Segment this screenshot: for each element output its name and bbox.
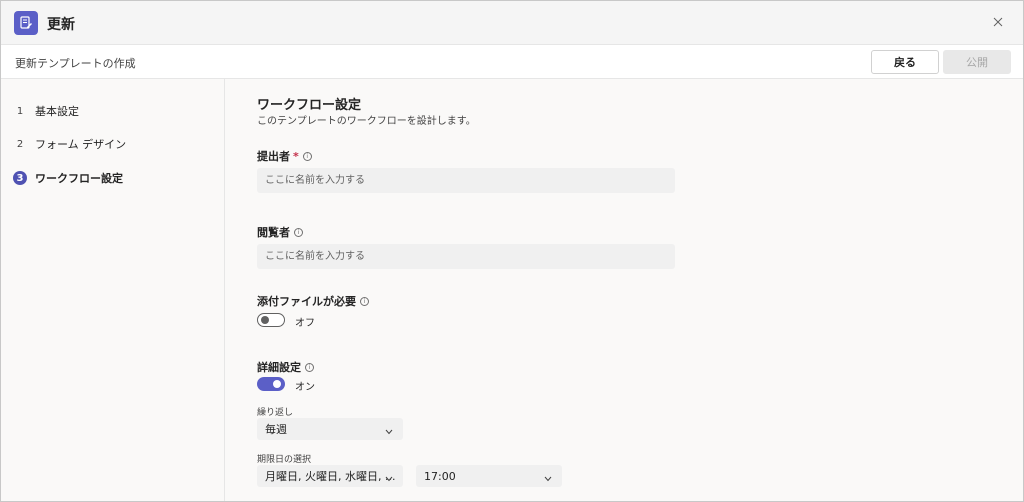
step-form-design[interactable]: 2 フォーム デザイン	[13, 135, 126, 153]
toggle-knob	[273, 380, 281, 388]
step-label: ワークフロー設定	[35, 172, 123, 185]
back-button[interactable]: 戻る	[871, 50, 939, 74]
step-number: 2	[16, 138, 24, 150]
step-label: フォーム デザイン	[35, 138, 127, 151]
due-days-dropdown[interactable]: 月曜日, 火曜日, 水曜日, ...	[257, 465, 403, 487]
repeat-dropdown[interactable]: 毎週	[257, 418, 403, 440]
section-title: ワークフロー設定	[257, 98, 362, 113]
publish-button[interactable]: 公開	[943, 50, 1011, 74]
due-days-value: 月曜日, 火曜日, 水曜日, ...	[265, 470, 396, 483]
step-sidebar: 1 基本設定 2 フォーム デザイン 3 ワークフロー設定	[1, 79, 225, 501]
required-mark: *	[293, 149, 299, 163]
repeat-value: 毎週	[265, 423, 287, 436]
attachment-toggle[interactable]	[257, 313, 285, 327]
title-bar: 更新	[1, 1, 1023, 45]
app-title: 更新	[47, 17, 75, 33]
toggle-knob	[261, 316, 269, 324]
info-icon[interactable]: i	[305, 362, 314, 372]
due-time-dropdown[interactable]: 17:00	[416, 465, 562, 487]
advanced-toggle-state: オン	[295, 382, 315, 393]
attachment-label-text: 添付ファイルが必要	[257, 295, 356, 308]
sub-header: 更新テンプレートの作成 戻る 公開	[1, 45, 1023, 79]
viewer-label-text: 閲覧者	[257, 226, 290, 239]
workflow-panel: ワークフロー設定 このテンプレートのワークフローを設計します。 提出者 * i …	[226, 79, 1023, 501]
section-description: このテンプレートのワークフローを設計します。	[257, 116, 476, 127]
page-subtitle: 更新テンプレートの作成	[15, 57, 136, 70]
step-number: 1	[16, 105, 24, 117]
attachment-toggle-state: オフ	[295, 318, 315, 329]
repeat-label: 繰り返し	[257, 408, 294, 418]
step-label: 基本設定	[35, 105, 79, 118]
app-window: 更新 更新テンプレートの作成 戻る 公開 1 基本設定 2 フォーム デザイン …	[0, 0, 1024, 502]
advanced-label-text: 詳細設定	[257, 361, 301, 374]
due-time-value: 17:00	[424, 469, 456, 483]
advanced-label: 詳細設定 i	[257, 359, 314, 375]
viewer-label: 閲覧者 i	[257, 224, 303, 240]
due-date-label: 期限日の選択	[257, 455, 312, 465]
submitter-label: 提出者 * i	[257, 148, 312, 164]
submitter-label-text: 提出者	[257, 150, 290, 163]
step-number: 3	[13, 171, 27, 185]
chevron-down-icon	[385, 425, 393, 438]
form-edit-icon	[14, 11, 38, 35]
info-icon[interactable]: i	[294, 227, 303, 237]
close-icon[interactable]	[989, 13, 1007, 31]
chevron-down-icon	[544, 472, 552, 485]
viewer-input[interactable]	[257, 244, 675, 269]
advanced-toggle[interactable]	[257, 377, 285, 391]
step-workflow-settings[interactable]: 3 ワークフロー設定	[13, 169, 123, 187]
info-icon[interactable]: i	[302, 151, 312, 161]
info-icon[interactable]: i	[360, 296, 369, 306]
step-basic-settings[interactable]: 1 基本設定	[13, 102, 79, 120]
submitter-input[interactable]	[257, 168, 675, 193]
attachment-label: 添付ファイルが必要 i	[257, 293, 369, 309]
chevron-down-icon	[385, 472, 393, 485]
